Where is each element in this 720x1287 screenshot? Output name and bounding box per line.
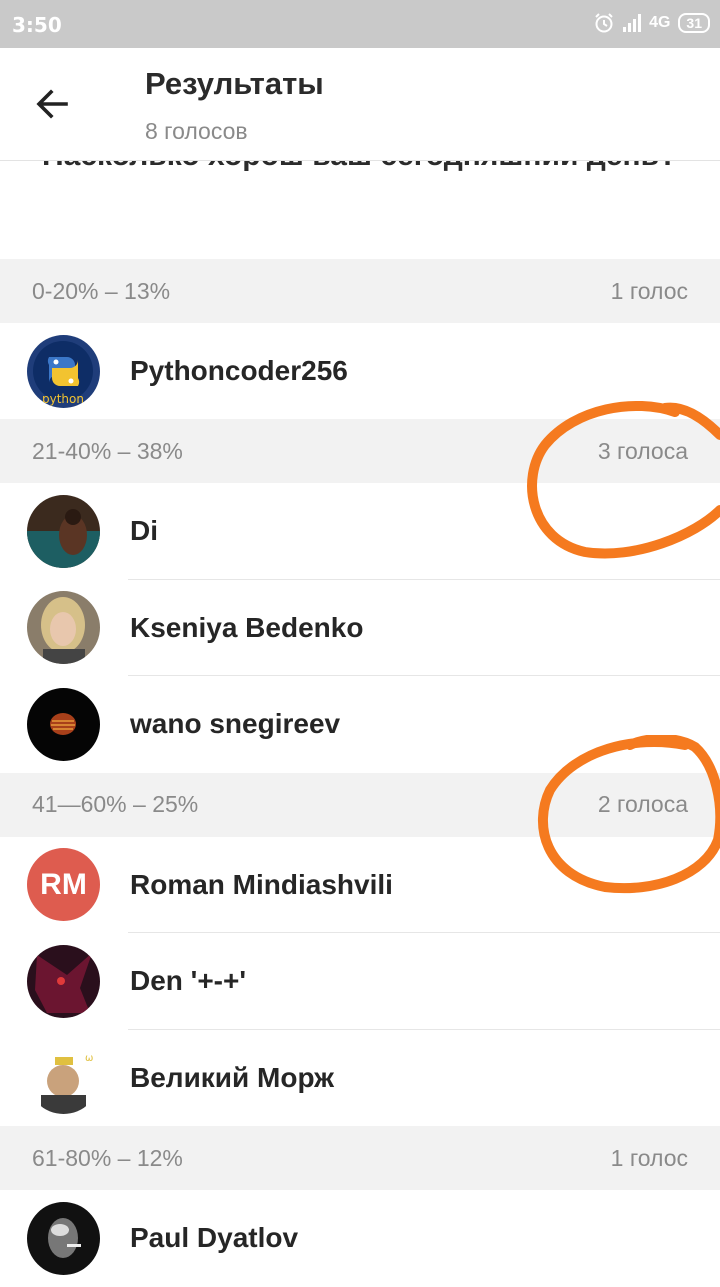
section-count: 1 голос [610,277,688,304]
voter-row[interactable]: Di [0,483,720,580]
voter-name: Paul Dyatlov [130,1222,299,1254]
svg-text:ω: ω [85,1053,93,1064]
voter-name: Roman Mindiashvili [130,868,393,900]
signal-icon [623,14,642,32]
section-count: 2 голоса [597,791,688,817]
status-bar: 3:50 4G 31 [0,0,720,48]
status-time: 3:50 [12,13,62,37]
voter-name: wano snegireev [130,708,341,740]
voter-row[interactable]: RM Roman Mindiashvili [0,837,720,934]
avatar-initials: RM [40,867,87,901]
voter-row[interactable]: wano snegireev [0,676,720,773]
section-range: 61-80% – 12% [32,1144,183,1171]
voter-name: Den '+-+' [130,965,247,997]
section-header: 21-40% – 38% 3 голоса [0,419,720,483]
voter-row[interactable]: Den '+-+' [0,933,720,1030]
voter-name: Kseniya Bedenko [130,611,364,643]
arrow-left-icon [36,89,68,119]
voter-row[interactable]: ω Великий Морж [0,1030,720,1127]
network-type: 4G [649,14,671,31]
section-range: 41—60% – 25% [32,791,199,817]
avatar [27,591,100,665]
section-range: 21-40% – 38% [32,437,183,464]
vote-count: 8 голосов [145,118,248,144]
page-title: Результаты [145,66,324,101]
section-header: 61-80% – 12% 1 голос [0,1126,720,1190]
voter-row[interactable]: python Pythoncoder256 [0,323,720,419]
app-bar: Результаты 8 голосов [0,48,720,161]
section-range: 0-20% – 13% [32,277,171,304]
section-header: 0-20% – 13% 1 голос [0,259,720,323]
voter-name: Pythoncoder256 [130,355,348,386]
back-button[interactable] [30,82,80,126]
avatar: python [27,334,100,408]
avatar: ω [27,1041,100,1115]
voter-name: Di [130,515,158,547]
voter-row[interactable]: Kseniya Bedenko [0,580,720,677]
battery-icon: 31 [678,13,710,33]
avatar [27,494,100,568]
results-list: 0-20% – 13% 1 голос python Pythoncoder25… [0,259,720,1287]
status-icons: 4G 31 [593,12,710,34]
avatar: RM [27,848,100,922]
section-count: 1 голос [610,1144,688,1171]
voter-row[interactable]: Paul Dyatlov [0,1190,720,1287]
alarm-icon [595,13,613,33]
avatar [27,944,100,1018]
section-count: 3 голоса [597,437,688,464]
avatar [27,687,100,761]
section-header: 41—60% – 25% 2 голоса [0,772,720,837]
avatar [27,1201,100,1275]
avatar-label: python [42,392,84,406]
voter-name: Великий Морж [130,1061,335,1093]
